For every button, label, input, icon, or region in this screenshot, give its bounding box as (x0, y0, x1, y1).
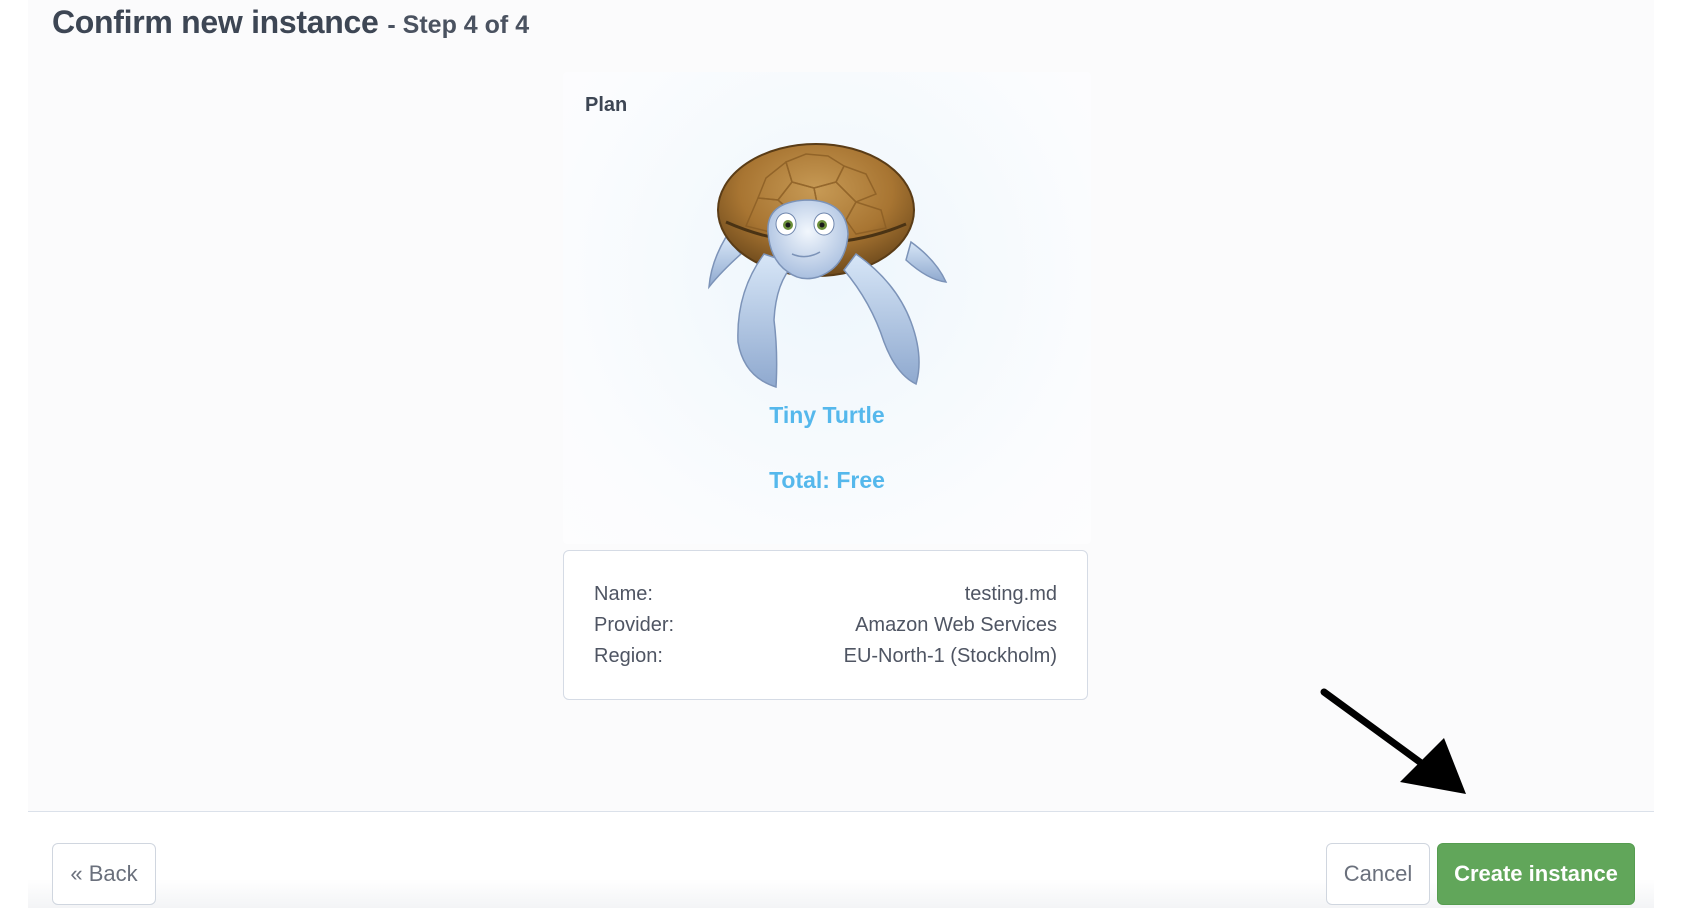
plan-total: Total: Free (769, 467, 885, 493)
create-instance-button[interactable]: Create instance (1437, 843, 1635, 905)
arrow-icon (1320, 688, 1466, 794)
step-indicator: - Step 4 of 4 (387, 11, 530, 39)
back-button[interactable]: « Back (52, 843, 156, 905)
plan-name: Tiny Turtle (769, 402, 885, 428)
plan-card: Plan Tiny Turtle Total: Free (563, 72, 1091, 544)
plan-heading: Plan (585, 94, 628, 116)
cancel-button[interactable]: Cancel (1326, 843, 1430, 905)
detail-value: testing.md (964, 583, 1057, 605)
turtle-mascot-icon (708, 143, 948, 389)
detail-label: Name: (594, 583, 653, 605)
detail-value: Amazon Web Services (855, 614, 1057, 636)
page-header: Confirm new instance - Step 4 of 4 (52, 4, 529, 41)
detail-label: Provider: (594, 614, 675, 636)
detail-value: EU-North-1 (Stockholm) (843, 645, 1057, 667)
page-title: Confirm new instance (52, 4, 379, 40)
instance-details-card: Name: testing.md Provider: Amazon Web Se… (563, 550, 1088, 700)
detail-label: Region: (594, 645, 663, 667)
